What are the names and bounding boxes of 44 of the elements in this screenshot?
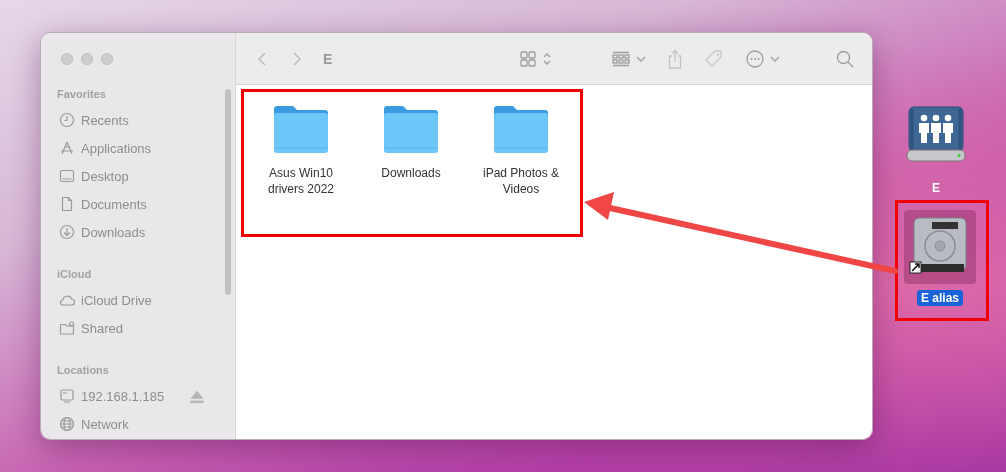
- window-title: E: [323, 50, 333, 67]
- app-store-icon: [59, 140, 75, 156]
- window-control-button[interactable]: [81, 53, 93, 65]
- sidebar-item[interactable]: 192.168.1.185: [57, 382, 221, 410]
- sidebar-item[interactable]: Applications: [57, 134, 221, 162]
- document-icon: [59, 196, 75, 212]
- back-button[interactable]: [256, 50, 268, 67]
- sidebar-heading: iCloud: [57, 268, 93, 282]
- scroll-bar[interactable]: [225, 89, 231, 295]
- file-name[interactable]: Asus Win10 drivers 2022: [258, 165, 344, 197]
- sidebar-item[interactable]: Downloads: [57, 218, 221, 246]
- icon-grid-icon[interactable]: [520, 50, 536, 67]
- sidebar-item[interactable]: Desktop: [57, 162, 221, 190]
- file-name[interactable]: Downloads: [381, 165, 441, 181]
- tag-icon[interactable]: [704, 48, 724, 69]
- chevron-down-icon[interactable]: [636, 54, 646, 63]
- sidebar-heading: Favorites: [57, 88, 107, 102]
- search-icon[interactable]: [836, 49, 854, 68]
- eject-icon[interactable]: [189, 388, 205, 404]
- folder-icon[interactable]: [271, 103, 331, 155]
- sidebar-item[interactable]: iCloud Drive: [57, 286, 221, 314]
- share-icon[interactable]: [668, 48, 682, 69]
- folder-icon[interactable]: [491, 103, 551, 155]
- sidebar-item[interactable]: Recents: [57, 106, 221, 134]
- chevron-down-icon[interactable]: [770, 54, 780, 63]
- sidebar-item[interactable]: Network: [57, 410, 221, 438]
- sidebar-item[interactable]: Shared: [57, 314, 221, 342]
- window-control-button[interactable]: [61, 53, 73, 65]
- sidebar-item[interactable]: Documents: [57, 190, 221, 218]
- more-icon[interactable]: [746, 49, 764, 68]
- forward-button[interactable]: [291, 50, 303, 67]
- desktop-icon: [59, 168, 75, 184]
- file-name[interactable]: iPad Photos & Videos: [478, 165, 564, 197]
- folder-icon[interactable]: [381, 103, 441, 155]
- sidebar-heading: Locations: [57, 364, 110, 378]
- group-icon[interactable]: [612, 50, 630, 67]
- desktop-icon-label[interactable]: E: [928, 180, 944, 196]
- shared-folder-icon: [59, 320, 75, 336]
- window-control-button[interactable]: [101, 53, 113, 65]
- monitor-icon: [59, 388, 75, 404]
- clock-icon: [59, 112, 75, 128]
- download-icon: [59, 224, 75, 240]
- globe-icon: [59, 416, 75, 432]
- desktop-icon-label[interactable]: E alias: [917, 290, 963, 306]
